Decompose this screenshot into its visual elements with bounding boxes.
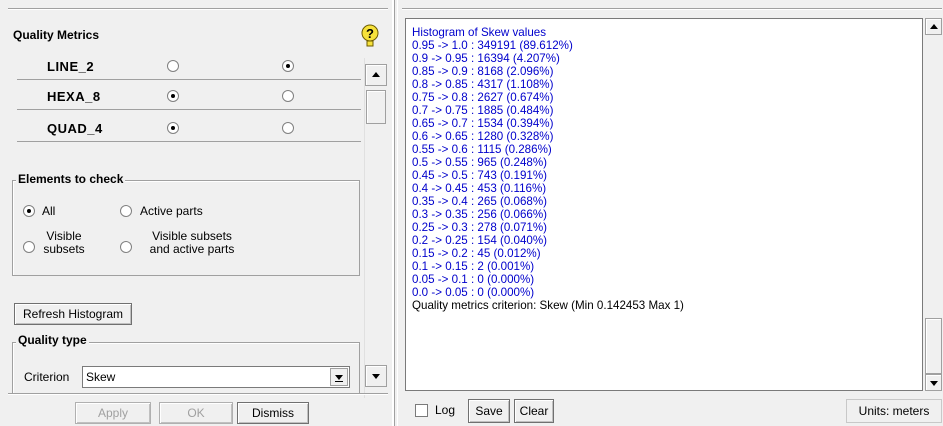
histogram-title: Histogram of Skew values [412,26,547,39]
element-row-hexa8: HEXA_8 [17,82,361,110]
quality-type-title: Quality type [16,333,89,347]
ok-button[interactable]: OK [159,402,233,424]
histogram-line: 0.55 -> 0.6 : 1115 (0.286%) [412,143,552,156]
histogram-line: 0.95 -> 1.0 : 349191 (89.612%) [412,39,573,52]
element-col1-radio[interactable] [167,90,179,102]
quality-metrics-title: Quality Metrics [13,28,100,42]
visible-subsets-line2: subsets [43,242,85,256]
histogram-line: 0.65 -> 0.7 : 1534 (0.394%) [412,117,554,130]
active-parts-radio[interactable] [120,205,132,217]
apply-button[interactable]: Apply [75,402,151,424]
histogram-text-area[interactable]: Histogram of Skew values 0.95 -> 1.0 : 3… [405,18,923,391]
log-label: Log [435,403,456,417]
visible-subsets-line1: Visible [46,229,82,243]
histogram-line: 0.25 -> 0.3 : 278 (0.071%) [412,221,548,234]
criterion-select[interactable]: Skew [82,366,350,388]
units-display: Units: meters [846,399,942,423]
histogram-line: 0.7 -> 0.75 : 1885 (0.484%) [412,104,554,117]
histogram-line: 0.8 -> 0.85 : 4317 (1.108%) [412,78,554,91]
element-row-line2: LINE_2 [17,58,361,80]
chevron-down-icon[interactable] [330,368,348,386]
left-vertical-scrollbar[interactable] [364,58,387,398]
histogram-line: 0.0 -> 0.05 : 0 (0.000%) [412,286,535,299]
visible-subsets-radio[interactable] [23,241,35,253]
histogram-line: 0.9 -> 0.95 : 16394 (4.207%) [412,52,560,65]
scroll-down-arrow-icon[interactable] [925,374,942,391]
histogram-line: 0.1 -> 0.15 : 2 (0.001%) [412,260,535,273]
element-type-list: LINE_2 HEXA_8 QUAD_4 [17,58,361,148]
scroll-thumb[interactable] [366,90,386,124]
elements-to-check-group [12,180,360,276]
all-radio[interactable] [23,205,35,217]
help-question-icon[interactable]: ? [359,24,381,48]
scroll-up-arrow-icon[interactable] [365,64,387,86]
histogram-line: 0.2 -> 0.25 : 154 (0.040%) [412,234,548,247]
element-col2-radio[interactable] [282,90,294,102]
visible-subsets-active-parts-radio[interactable] [120,241,132,253]
bottom-separator [8,393,388,395]
element-name: HEXA_8 [47,89,101,104]
histogram-line: 0.4 -> 0.45 : 453 (0.116%) [412,182,547,195]
save-button[interactable]: Save [468,399,510,423]
histogram-line: 0.75 -> 0.8 : 2627 (0.674%) [412,91,554,104]
svg-text:?: ? [366,26,374,41]
histogram-line: 0.3 -> 0.35 : 256 (0.066%) [412,208,548,221]
element-row-quad4: QUAD_4 [17,114,361,142]
criterion-value: Skew [86,370,116,384]
histogram-line: 0.35 -> 0.4 : 265 (0.068%) [412,195,548,208]
visible-subsets-active-parts-label: Visible subsets and active parts [140,230,244,256]
top-separator [8,8,388,10]
histogram-line: 0.5 -> 0.55 : 965 (0.248%) [412,156,548,169]
histogram-line: 0.6 -> 0.65 : 1280 (0.328%) [412,130,554,143]
criterion-label: Criterion [24,370,70,384]
element-col2-radio[interactable] [282,122,294,134]
visible-subsets-active-line2: and active parts [149,242,235,256]
visible-subsets-active-line1: Visible subsets [152,229,232,243]
histogram-panel: Histogram of Skew values 0.95 -> 1.0 : 3… [398,0,943,426]
element-name: LINE_2 [47,59,95,74]
right-top-separator [402,8,942,10]
clear-button[interactable]: Clear [514,399,554,423]
dismiss-button[interactable]: Dismiss [237,402,309,424]
histogram-line: 0.15 -> 0.2 : 45 (0.012%) [412,247,541,260]
log-checkbox[interactable] [415,404,428,417]
quality-metrics-panel: Quality Metrics ? LINE_2 HEXA_8 QUAD_4 E… [0,0,392,426]
histogram-vertical-scrollbar[interactable] [925,18,942,391]
active-parts-label: Active parts [140,204,203,218]
all-label: All [42,204,56,218]
quality-metrics-header: Quality Metrics ? [5,18,385,52]
scroll-up-arrow-icon[interactable] [925,18,942,35]
scroll-down-arrow-icon[interactable] [365,365,387,387]
element-col1-radio[interactable] [167,60,179,72]
refresh-histogram-button[interactable]: Refresh Histogram [14,303,132,325]
histogram-summary: Quality metrics criterion: Skew (Min 0.1… [412,299,684,312]
elements-to-check-title: Elements to check [16,172,126,186]
histogram-line: 0.85 -> 0.9 : 8168 (2.096%) [412,65,554,78]
element-col2-radio[interactable] [282,60,294,72]
visible-subsets-label: Visible subsets [43,230,85,256]
element-name: QUAD_4 [47,121,103,136]
scroll-thumb[interactable] [925,318,942,374]
histogram-line: 0.45 -> 0.5 : 743 (0.191%) [412,169,548,182]
element-col1-radio[interactable] [167,122,179,134]
histogram-line: 0.05 -> 0.1 : 0 (0.000%) [412,273,535,286]
